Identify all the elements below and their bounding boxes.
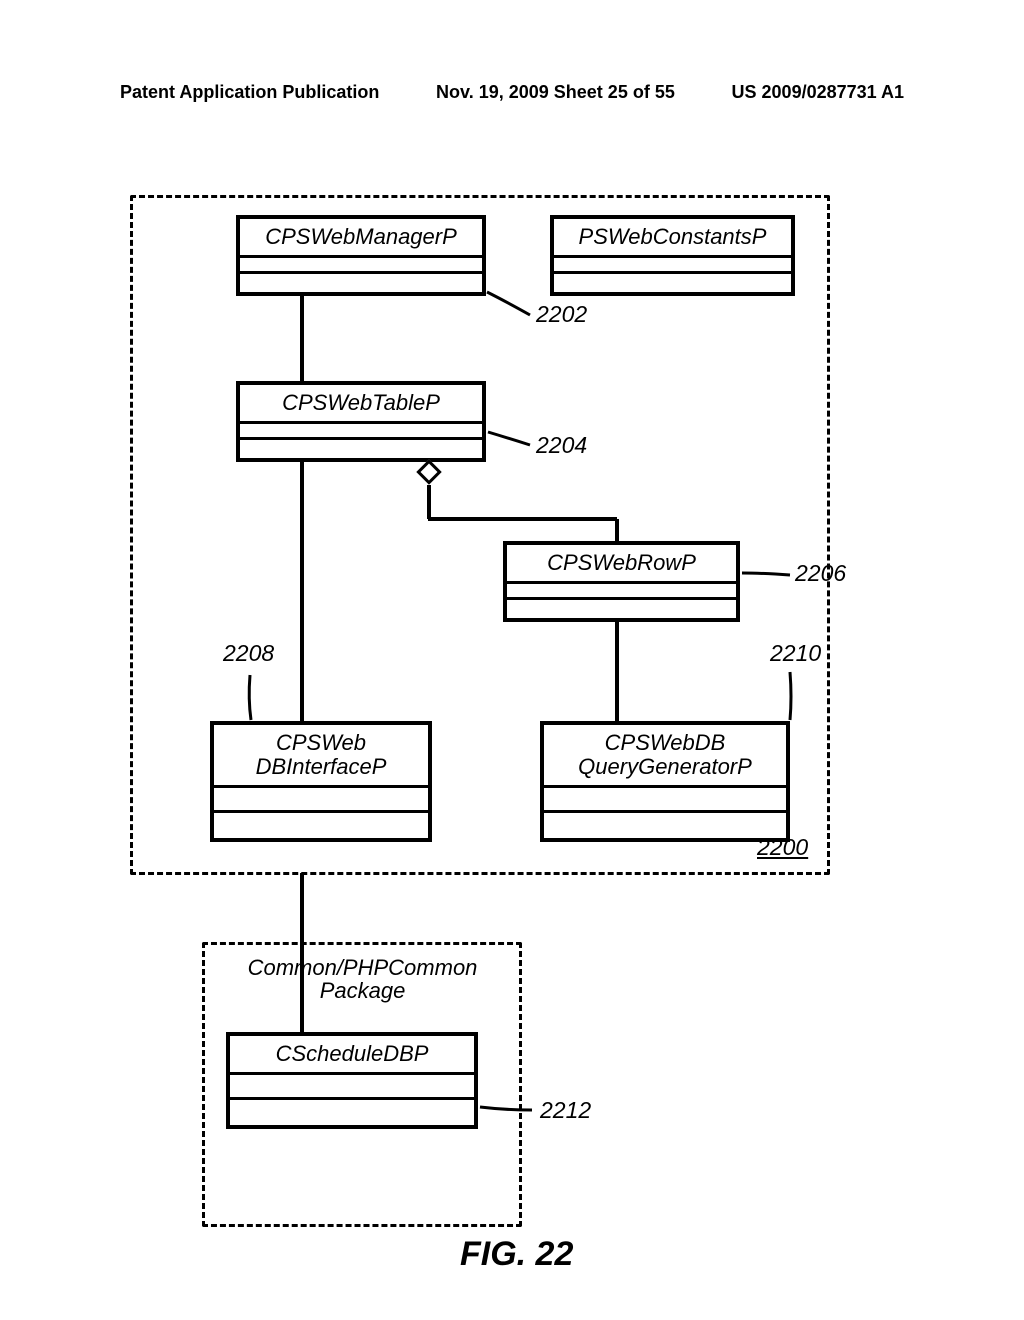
class-name: CPSWebTableP (240, 385, 482, 424)
class-cpswebrowp: CPSWebRowP (503, 541, 740, 622)
ref-2200: 2200 (757, 834, 808, 861)
header-right: US 2009/0287731 A1 (732, 82, 904, 103)
header-left: Patent Application Publication (120, 82, 379, 103)
header-mid: Nov. 19, 2009 Sheet 25 of 55 (436, 82, 675, 103)
ref-2210: 2210 (770, 640, 821, 667)
ref-2206: 2206 (795, 560, 846, 587)
class-pswebconstantsp: PSWebConstantsP (550, 215, 795, 296)
ref-2208: 2208 (223, 640, 274, 667)
diagram: CPSWebManagerP PSWebConstantsP CPSWebTab… (130, 180, 870, 1260)
phpcommon-package-label: Common/PHPCommon Package (225, 956, 500, 1002)
ref-2202: 2202 (536, 301, 587, 328)
ref-2204: 2204 (536, 432, 587, 459)
page-header: Patent Application Publication Nov. 19, … (0, 82, 1024, 103)
class-name: PSWebConstantsP (554, 219, 791, 258)
class-name: CPSWebRowP (507, 545, 736, 584)
class-name: CPSWebDB QueryGeneratorP (544, 725, 786, 788)
class-cpsweb-dbinterfacep: CPSWeb DBInterfaceP (210, 721, 432, 842)
class-name: CPSWebManagerP (240, 219, 482, 258)
class-cpswebmanagerp: CPSWebManagerP (236, 215, 486, 296)
class-name: CPSWeb DBInterfaceP (214, 725, 428, 788)
ref-2212: 2212 (540, 1097, 591, 1124)
figure-caption: FIG. 22 (460, 1235, 573, 1274)
class-cpswebdb-querygeneratorp: CPSWebDB QueryGeneratorP (540, 721, 790, 842)
class-cpswebtablep: CPSWebTableP (236, 381, 486, 462)
